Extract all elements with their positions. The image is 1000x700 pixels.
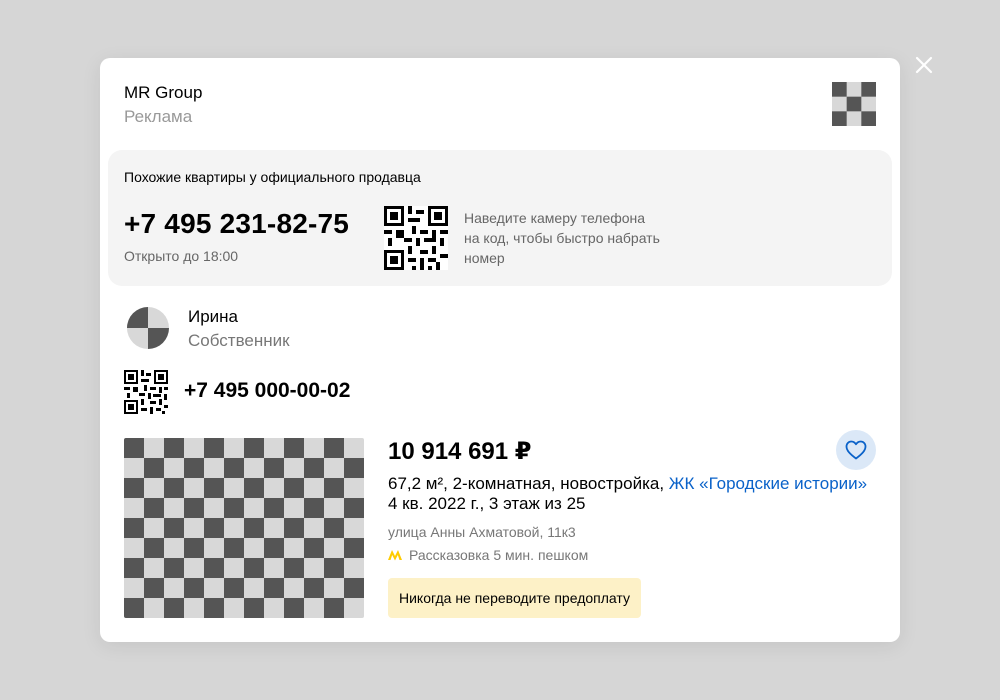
agent-role: Собственник [188, 331, 290, 350]
listing-address: улица Анны Ахматовой, 11к3 [388, 524, 576, 540]
avatar [126, 306, 170, 350]
official-seller-offer: Похожие квартиры у официального продавца… [108, 150, 892, 286]
favorite-button[interactable] [836, 430, 876, 470]
listing-description: 67,2 м², 2-комнатная, новостройка, ЖК «Г… [388, 474, 878, 494]
close-icon [915, 56, 933, 74]
seller-name[interactable]: MR Group [124, 82, 202, 104]
qr-code-icon [384, 206, 448, 270]
listing-photo[interactable] [124, 438, 364, 618]
listing-description-text: 67,2 м², 2-комнатная, новостройка, [388, 474, 665, 493]
offer-title: Похожие квартиры у официального продавца [124, 169, 421, 185]
listing-details: 10 914 691 ₽ 67,2 м², 2-комнатная, новос… [388, 436, 878, 564]
offer-hours: Открыто до 18:00 [124, 248, 239, 264]
close-button[interactable] [912, 53, 936, 77]
agent-phone[interactable]: +7 495 000-00-02 [184, 376, 350, 406]
seller-block: MR Group Реклама [124, 82, 202, 128]
agent-name: Ирина [188, 307, 239, 326]
qr-hint: Наведите камеру телефона на код, чтобы б… [464, 210, 660, 266]
heart-icon [845, 440, 867, 460]
metro-station: Рассказовка 5 мин. пешком [409, 547, 589, 563]
listing-delivery-floor: 4 кв. 2022 г., 3 этаж из 25 [388, 494, 586, 513]
listing-price: 10 914 691 ₽ [388, 438, 532, 465]
complex-link[interactable]: ЖК «Городские истории» [669, 474, 867, 493]
qr-code-icon [124, 370, 168, 414]
contact-modal: MR Group Реклама Похожие квартиры у офиц… [100, 58, 900, 642]
seller-logo[interactable] [832, 82, 876, 126]
metro-icon [388, 550, 402, 561]
metro-info: Рассказовка 5 мин. пешком [388, 546, 878, 564]
ad-label: Реклама [124, 107, 193, 126]
offer-phone[interactable]: +7 495 231-82-75 [124, 206, 349, 242]
prepayment-warning: Никогда не переводите предоплату [388, 578, 641, 618]
